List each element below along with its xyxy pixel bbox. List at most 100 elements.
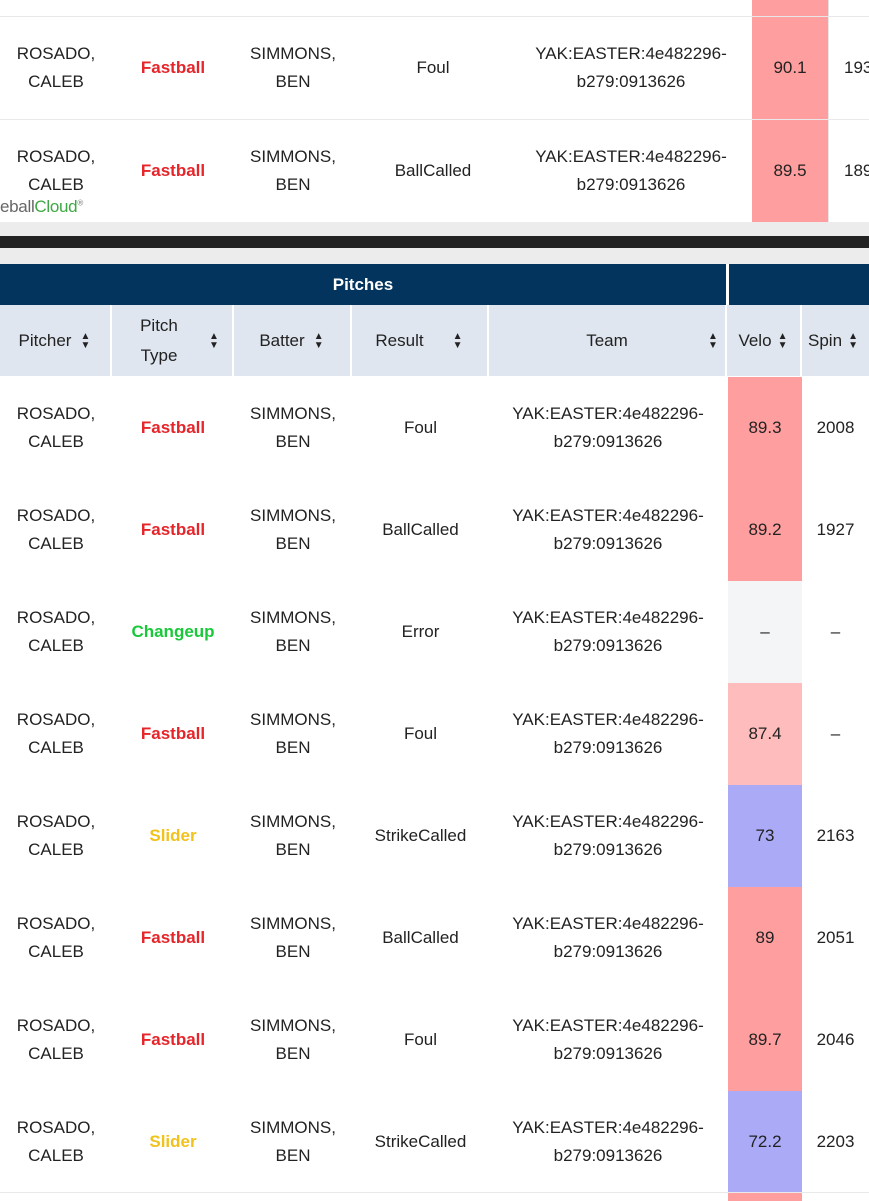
batter-cell: SIMMONS, BEN xyxy=(234,17,352,119)
table-row[interactable]: ROSADO, CALEB Fastball SIMMONS, BEN BallCal… xyxy=(0,120,869,222)
velo-cell-text: 89.5 xyxy=(773,161,807,180)
team-cell: YAK:EASTER:4e482296-b279:0913626 xyxy=(489,1091,727,1193)
sort-icon[interactable]: ▲ ▼ xyxy=(452,331,464,350)
spin-cell-text: – xyxy=(830,724,841,743)
spin-cell: 1927 xyxy=(802,479,869,581)
table-row[interactable]: ROSADO, CALEB Slider SIMMONS, BEN StrikeCal… xyxy=(0,785,869,888)
batter-cell: SIMMONS, BEN xyxy=(234,1091,352,1193)
column-divider xyxy=(828,0,829,16)
column-header-batter[interactable]: Batter ▲ ▼ xyxy=(234,305,352,376)
table-row[interactable]: ROSADO, CALEB Fastball SIMMONS, BEN BallCal… xyxy=(0,887,869,990)
result-cell: Foul xyxy=(352,989,489,1091)
velo-cell: 90.1 xyxy=(752,17,828,119)
partial-table-row xyxy=(0,0,869,17)
pitch-type-cell-text: Fastball xyxy=(140,161,206,180)
team-cell: YAK:EASTER:4e482296-b279:0913626 xyxy=(489,683,727,785)
velo-cell-text: 89 xyxy=(755,928,775,947)
column-header-label: Spin xyxy=(808,330,843,350)
team-cell: YAK:EASTER:4e482296-b279:0913626 xyxy=(489,377,727,479)
column-header-spin[interactable]: Spin ▲ ▼ xyxy=(802,305,869,376)
pitcher-cell: ROSADO, CALEB xyxy=(0,17,112,119)
table-row[interactable]: ROSADO, CALEB Fastball SIMMONS, BEN Foul YAK… xyxy=(0,683,869,786)
batter-cell-text: SIMMONS, BEN xyxy=(250,147,336,194)
table-row[interactable]: ROSADO, CALEB Fastball SIMMONS, BEN BallCal… xyxy=(0,479,869,582)
spin-cell: 2046 xyxy=(802,989,869,1091)
team-cell-text: YAK:EASTER:4e482296-b279:0913626 xyxy=(512,506,704,553)
pitcher-cell-text: ROSADO, CALEB xyxy=(16,710,96,757)
pitcher-cell: ROSADO, CALEB xyxy=(0,683,112,785)
batter-cell: SIMMONS, BEN xyxy=(234,120,352,222)
team-cell-text: YAK:EASTER:4e482296-b279:0913626 xyxy=(535,147,727,194)
pitch-type-cell: Fastball xyxy=(112,479,234,581)
sort-icon[interactable]: ▲ ▼ xyxy=(847,331,859,350)
sort-icon[interactable]: ▲ ▼ xyxy=(79,331,91,350)
screenshot-separator-dark xyxy=(0,236,869,248)
spin-cell-text: 2051 xyxy=(816,928,855,947)
table-row[interactable]: ROSADO, CALEB Fastball SIMMONS, BEN Foul YAK… xyxy=(0,377,869,480)
velo-cell-text: – xyxy=(760,622,770,641)
result-cell: BallCalled xyxy=(352,887,489,989)
result-cell: Error xyxy=(352,581,489,683)
table-row[interactable]: ROSADO, CALEB Slider SIMMONS, BEN StrikeCal… xyxy=(0,1091,869,1194)
pitcher-cell-text: ROSADO, CALEB xyxy=(16,608,96,655)
table-row[interactable]: ROSADO, CALEB Fastball SIMMONS, BEN Foul YAK… xyxy=(0,17,869,120)
pitch-type-cell: Fastball xyxy=(112,120,234,222)
pitcher-cell-text: ROSADO, CALEB xyxy=(16,44,96,91)
sort-icon[interactable]: ▲ ▼ xyxy=(707,332,719,351)
column-header-velo[interactable]: Velo ▲ ▼ xyxy=(727,305,802,376)
velo-cell: 87.4 xyxy=(728,683,802,785)
result-cell: Foul xyxy=(372,17,494,119)
velo-cell-text: 73 xyxy=(755,826,775,845)
sort-icon[interactable]: ▲ ▼ xyxy=(208,331,220,350)
column-header-result[interactable]: Result ▲ ▼ xyxy=(352,305,489,376)
column-header-pitcher[interactable]: Pitcher ▲ ▼ xyxy=(0,305,112,376)
team-cell-text: YAK:EASTER:4e482296-b279:0913626 xyxy=(535,44,727,91)
spin-cell: 193 xyxy=(828,17,869,119)
velo-cell-text: 89.7 xyxy=(748,1030,782,1049)
velo-cell-text: 89.3 xyxy=(748,418,782,437)
velo-cell-text: 72.2 xyxy=(748,1132,782,1151)
batter-cell-text: SIMMONS, BEN xyxy=(250,1118,336,1165)
velo-cell: 89.5 xyxy=(752,120,828,222)
result-cell-text: Foul xyxy=(416,58,450,77)
pitcher-cell-text: ROSADO, CALEB xyxy=(16,404,96,451)
pitch-type-cell: Changeup xyxy=(112,581,234,683)
screenshot-separator-light xyxy=(0,222,869,236)
batter-cell: SIMMONS, BEN xyxy=(234,989,352,1091)
batter-cell-text: SIMMONS, BEN xyxy=(250,608,336,655)
batter-cell-text: SIMMONS, BEN xyxy=(250,710,336,757)
table-row[interactable]: ROSADO, CALEB Fastball SIMMONS, BEN Foul YAK… xyxy=(0,989,869,1092)
velo-cell: 89.2 xyxy=(728,479,802,581)
velo-cell-text: 87.4 xyxy=(748,724,782,743)
batter-cell: SIMMONS, BEN xyxy=(234,683,352,785)
sort-icon[interactable]: ▲ ▼ xyxy=(313,331,325,350)
logo-text-part-b: Cloud xyxy=(34,197,78,216)
spin-cell: 2163 xyxy=(802,785,869,887)
batter-cell: SIMMONS, BEN xyxy=(234,377,352,479)
table-group-header-row: Pitches xyxy=(0,264,869,305)
column-header-label: Team xyxy=(586,330,628,350)
team-cell: YAK:EASTER:4e482296-b279:0913626 xyxy=(510,120,752,222)
result-cell-text: Foul xyxy=(403,724,438,743)
column-header-pitch-type[interactable]: Pitch Type ▲ ▼ xyxy=(112,305,234,376)
spin-cell-text: 2046 xyxy=(816,1030,855,1049)
pitch-type-cell-text: Changeup xyxy=(131,622,215,641)
velo-cell: 89.7 xyxy=(728,989,802,1091)
batter-cell-text: SIMMONS, BEN xyxy=(250,44,336,91)
team-cell-text: YAK:EASTER:4e482296-b279:0913626 xyxy=(512,812,704,859)
velo-cell-text: 90.1 xyxy=(773,58,807,77)
pitcher-cell: ROSADO, CALEB xyxy=(0,887,112,989)
result-cell-text: BallCalled xyxy=(382,520,459,539)
registered-mark: ® xyxy=(77,198,83,208)
pitches-group-header: Pitches xyxy=(0,264,726,305)
spin-cell-text: 1927 xyxy=(816,520,855,539)
column-header-team[interactable]: Team ▲ ▼ xyxy=(489,305,727,376)
previous-table-section: ROSADO, CALEB Fastball SIMMONS, BEN Foul YAK… xyxy=(0,0,869,222)
table-row[interactable]: ROSADO, CALEB Changeup SIMMONS, BEN Error YA… xyxy=(0,581,869,684)
team-cell-text: YAK:EASTER:4e482296-b279:0913626 xyxy=(512,710,704,757)
sort-icon[interactable]: ▲ ▼ xyxy=(777,331,789,350)
pitch-type-cell-text: Fastball xyxy=(140,724,206,743)
batter-cell: SIMMONS, BEN xyxy=(234,581,352,683)
table-header-row: Pitcher ▲ ▼ Pitch Type ▲ ▼ Batter ▲ ▼ Resul… xyxy=(0,305,869,376)
spin-cell-text: 2203 xyxy=(816,1132,855,1151)
